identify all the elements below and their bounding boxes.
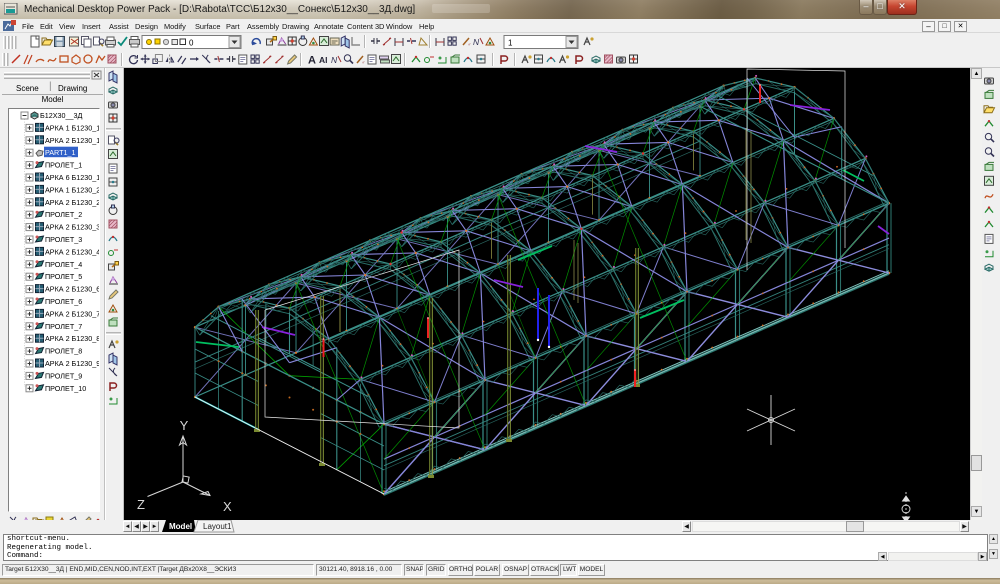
svg-text:АРКА 2 Б1230_4: АРКА 2 Б1230_4	[45, 247, 100, 256]
svg-text:Y: Y	[180, 418, 189, 433]
svg-text:АРКА 1 Б1230_2: АРКА 1 Б1230_2	[45, 185, 100, 194]
svg-text:ПРОЛЕТ_2: ПРОЛЕТ_2	[45, 210, 82, 219]
svg-text:N: N	[331, 55, 338, 65]
svg-text:АРКА 2 Б1230_7: АРКА 2 Б1230_7	[45, 309, 100, 318]
svg-text:ПРОЛЕТ_9: ПРОЛЕТ_9	[45, 371, 82, 380]
svg-text:ПРОЛЕТ_6: ПРОЛЕТ_6	[45, 297, 82, 306]
svg-text:АРКА 1 Б1230_1: АРКА 1 Б1230_1	[45, 123, 100, 132]
svg-text:АРКА 2 Б1230_8: АРКА 2 Б1230_8	[45, 334, 100, 343]
svg-text:1: 1	[508, 39, 513, 48]
svg-text:PART1_1: PART1_1	[45, 148, 76, 157]
svg-text:X: X	[223, 499, 232, 514]
svg-text:АРКА 2 Б1230_9: АРКА 2 Б1230_9	[45, 359, 100, 368]
svg-text:0: 0	[189, 39, 194, 48]
svg-text:Al: Al	[319, 55, 328, 65]
svg-text:АРКА 6 Б1230_1: АРКА 6 Б1230_1	[45, 173, 100, 182]
svg-text:ПРОЛЕТ_10: ПРОЛЕТ_10	[45, 384, 86, 393]
svg-text:Б12X30__3Д: Б12X30__3Д	[40, 111, 82, 120]
svg-text:АРКА 2 Б1230_2: АРКА 2 Б1230_2	[45, 198, 100, 207]
svg-text:АРКА 2 Б1230_3: АРКА 2 Б1230_3	[45, 223, 100, 232]
svg-text:ПРОЛЕТ_7: ПРОЛЕТ_7	[45, 322, 82, 331]
svg-text:ПРОЛЕТ_3: ПРОЛЕТ_3	[45, 235, 82, 244]
svg-text:ПРОЛЕТ_1: ПРОЛЕТ_1	[45, 161, 82, 170]
svg-text:АРКА 2 Б1230_1: АРКА 2 Б1230_1	[45, 136, 100, 145]
svg-text:A: A	[308, 55, 316, 67]
svg-text:ПРОЛЕТ_5: ПРОЛЕТ_5	[45, 272, 82, 281]
svg-text:N: N	[473, 37, 480, 47]
svg-text:АРКА 2 Б1230_6: АРКА 2 Б1230_6	[45, 285, 100, 294]
svg-text:Model: Model	[169, 522, 192, 531]
svg-text:ПРОЛЕТ_4: ПРОЛЕТ_4	[45, 260, 82, 269]
svg-text:Z: Z	[137, 497, 145, 512]
svg-text:ПРОЛЕТ_8: ПРОЛЕТ_8	[45, 347, 82, 356]
svg-text:Layout1: Layout1	[203, 522, 232, 531]
